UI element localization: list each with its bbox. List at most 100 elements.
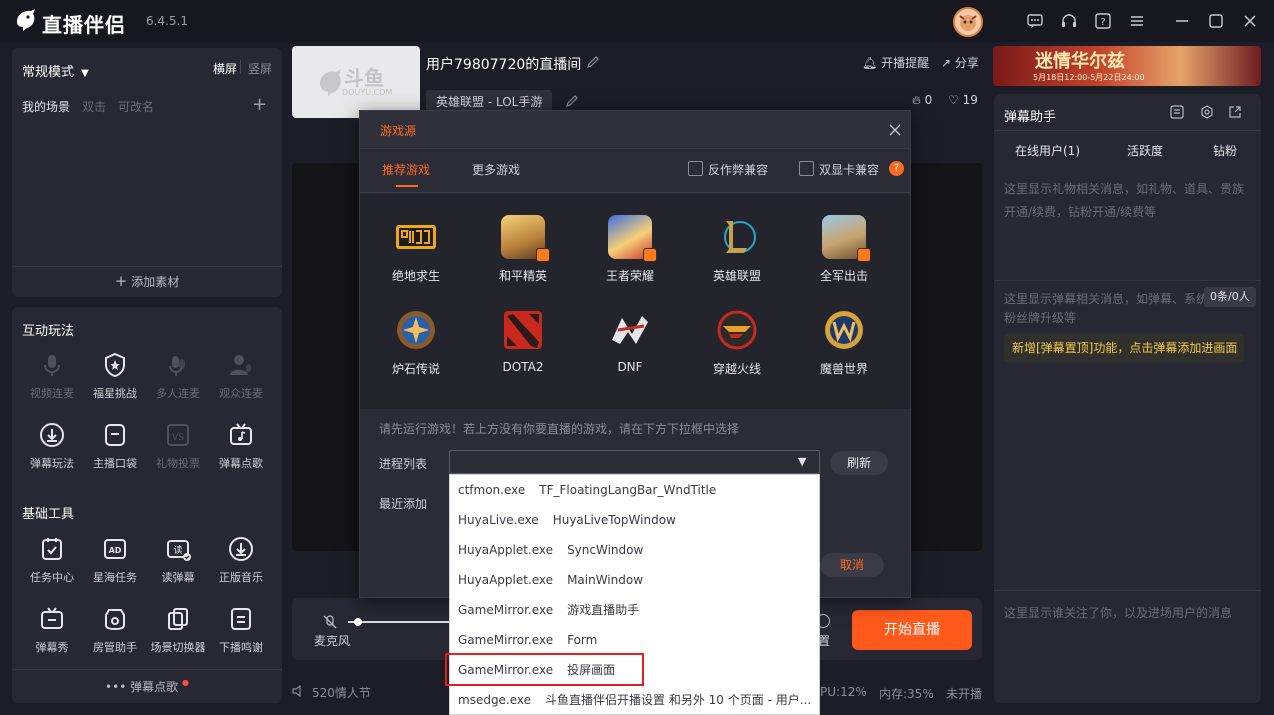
share-button[interactable]: ↗ 分享 <box>941 54 979 71</box>
game-dota2[interactable]: DOTA2 <box>478 308 568 374</box>
flame-icon: 🔥︎ <box>912 93 921 107</box>
process-window: Form <box>567 633 598 647</box>
game-world-of-warcraft[interactable]: 魔兽世界 <box>799 308 889 377</box>
edit-icon[interactable] <box>586 55 600 69</box>
app-name: 直播伴侣 <box>42 13 126 37</box>
audience-link-tool[interactable]: 观众连麦 <box>209 351 273 401</box>
game-label: 王者荣耀 <box>605 269 654 283</box>
game-hearthstone[interactable]: 炉石传说 <box>371 308 461 377</box>
game-pubg[interactable]: 绝地求生 <box>371 215 461 284</box>
mic-volume-slider[interactable] <box>348 621 452 623</box>
game-all-out[interactable]: 全军出击 <box>799 215 889 284</box>
danmu-play-tool[interactable]: 弹幕玩法 <box>20 421 84 471</box>
thanks-tool[interactable]: 下播鸣谢 <box>209 605 273 655</box>
tool-label: 多人连麦 <box>156 387 200 400</box>
interact-title: 互动玩法 <box>22 324 75 339</box>
landscape-toggle[interactable]: 横屏 <box>213 60 237 77</box>
maximize-icon[interactable] <box>1207 12 1225 30</box>
tool-label: 弹幕玩法 <box>30 457 74 470</box>
licensed-music-tool[interactable]: 正版音乐 <box>209 535 273 585</box>
user-avatar[interactable] <box>953 7 983 37</box>
popout-icon[interactable] <box>1228 105 1242 119</box>
game-peace-elite[interactable]: 和平精英 <box>478 215 568 284</box>
tab-recommended[interactable]: 推荐游戏 <box>382 161 430 178</box>
anti-cheat-label: 反作弊兼容 <box>708 163 769 177</box>
edit-icon[interactable] <box>565 94 579 108</box>
fish-logo-icon <box>14 8 38 32</box>
dual-gpu-checkbox[interactable] <box>799 161 814 176</box>
menu-icon[interactable] <box>1128 12 1146 30</box>
gear-icon[interactable] <box>1200 105 1214 119</box>
headset-icon[interactable] <box>1060 12 1078 30</box>
cancel-button[interactable]: 取消 <box>820 553 884 577</box>
list-icon[interactable] <box>1170 105 1184 119</box>
mode-selector[interactable]: 常规模式 ▼ <box>22 61 89 80</box>
tab-online-users[interactable]: 在线用户(1) <box>1015 142 1080 159</box>
game-league-of-legends[interactable]: 英雄联盟 <box>692 215 782 284</box>
live-state: 未开播 <box>946 687 983 701</box>
game-dnf[interactable]: DNF <box>585 308 675 374</box>
new-feature-notice[interactable]: 新增[弹幕置顶]功能，点击弹幕添加进画面 <box>1004 334 1244 362</box>
divider <box>12 266 282 267</box>
scene-switcher-tool[interactable]: 场景切换器 <box>146 605 210 655</box>
portrait-toggle[interactable]: 竖屏 <box>248 60 272 77</box>
dual-gpu-label: 双显卡兼容 <box>819 163 880 177</box>
task-center-tool[interactable]: 任务中心 <box>20 535 84 585</box>
svg-text:AD: AD <box>109 546 122 555</box>
live-remind-button[interactable]: 🔔︎ 开播提醒 <box>862 54 929 71</box>
hot-value: 0 <box>924 93 933 107</box>
process-option[interactable]: HuyaApplet.exe MainWindow <box>450 565 819 595</box>
danmu-song-tool[interactable]: 弹幕点歌 <box>209 421 273 471</box>
tool-label: 房管助手 <box>93 641 137 654</box>
game-crossfire[interactable]: 穿越火线 <box>692 308 782 377</box>
thumb-brand: 斗鱼 <box>344 66 384 90</box>
tv-icon <box>38 605 66 633</box>
fortune-challenge-tool[interactable]: 福星挑战 <box>83 351 147 401</box>
star-sea-task-tool[interactable]: AD 星海任务 <box>83 535 147 585</box>
tool-label: 正版音乐 <box>219 571 263 584</box>
process-option[interactable]: HuyaLive.exe HuyaLiveTopWindow <box>450 505 819 535</box>
danmu-show-tool[interactable]: 弹幕秀 <box>20 605 84 655</box>
video-link-tool[interactable]: 视频连麦 <box>20 351 84 401</box>
process-option[interactable]: ctfmon.exe TF_FloatingLangBar_WndTitle <box>450 475 819 505</box>
process-option[interactable]: HuyaApplet.exe SyncWindow <box>450 535 819 565</box>
start-live-button[interactable]: 开始直播 <box>852 610 972 650</box>
multi-link-tool[interactable]: 多人连麦 <box>146 351 210 401</box>
process-option[interactable]: msedge.exe 斗鱼直播伴侣开播设置 和另外 10 个页面 - 用户... <box>450 685 819 715</box>
close-icon[interactable] <box>1241 12 1259 30</box>
process-window: HuyaLiveTopWindow <box>552 513 676 527</box>
process-select[interactable]: ▼ <box>449 450 820 474</box>
add-material-button[interactable]: + 添加素材 <box>12 272 282 290</box>
read-danmu-tool[interactable]: 读 读弹幕 <box>146 535 210 585</box>
danmu-song-footer[interactable]: ••• 弹幕点歌 ● <box>12 678 282 695</box>
anchor-pocket-tool[interactable]: 主播口袋 <box>83 421 147 471</box>
add-scene-icon[interactable]: + <box>252 94 267 115</box>
close-icon[interactable] <box>888 123 902 137</box>
plus-icon: + <box>114 272 128 290</box>
room-cover-thumbnail[interactable]: 斗鱼 DOUYU.COM <box>292 46 420 118</box>
vs-icon: VS <box>164 421 192 449</box>
mic-muted-icon[interactable] <box>322 614 338 630</box>
slider-handle[interactable] <box>354 618 362 626</box>
room-manager-tool[interactable]: 房管助手 <box>83 605 147 655</box>
svg-text:读: 读 <box>173 544 182 556</box>
minimize-icon[interactable] <box>1173 12 1191 30</box>
anti-cheat-checkbox[interactable] <box>688 161 703 176</box>
process-option[interactable]: GameMirror.exe 游戏直播助手 <box>450 595 819 625</box>
tab-activity[interactable]: 活跃度 <box>1127 142 1163 159</box>
refresh-button[interactable]: 刷新 <box>830 451 888 475</box>
tab-more[interactable]: 更多游戏 <box>472 161 520 178</box>
help-icon[interactable]: ? <box>1094 12 1112 30</box>
process-option[interactable]: GameMirror.exe Form <box>450 625 819 655</box>
tool-label: 福星挑战 <box>93 387 137 400</box>
promo-banner[interactable]: 迷情华尔兹 5月18日12:00-5月22日24:00 <box>993 46 1261 86</box>
process-exe: msedge.exe <box>458 693 532 707</box>
mobile-badge-icon <box>643 248 657 262</box>
tab-diamond-fans[interactable]: 钻粉 <box>1213 142 1237 159</box>
tools-panel: 互动玩法 视频连麦 福星挑战 多人连麦 观众连麦 弹幕玩法 主播口袋 VS 礼物… <box>12 307 282 703</box>
message-icon[interactable] <box>1026 12 1044 30</box>
danmu-hint-2: 粉丝牌升级等 <box>1004 311 1077 325</box>
game-honor-of-kings[interactable]: 王者荣耀 <box>585 215 675 284</box>
gift-vote-tool[interactable]: VS 礼物投票 <box>146 421 210 471</box>
help-icon[interactable]: ? <box>889 161 904 176</box>
